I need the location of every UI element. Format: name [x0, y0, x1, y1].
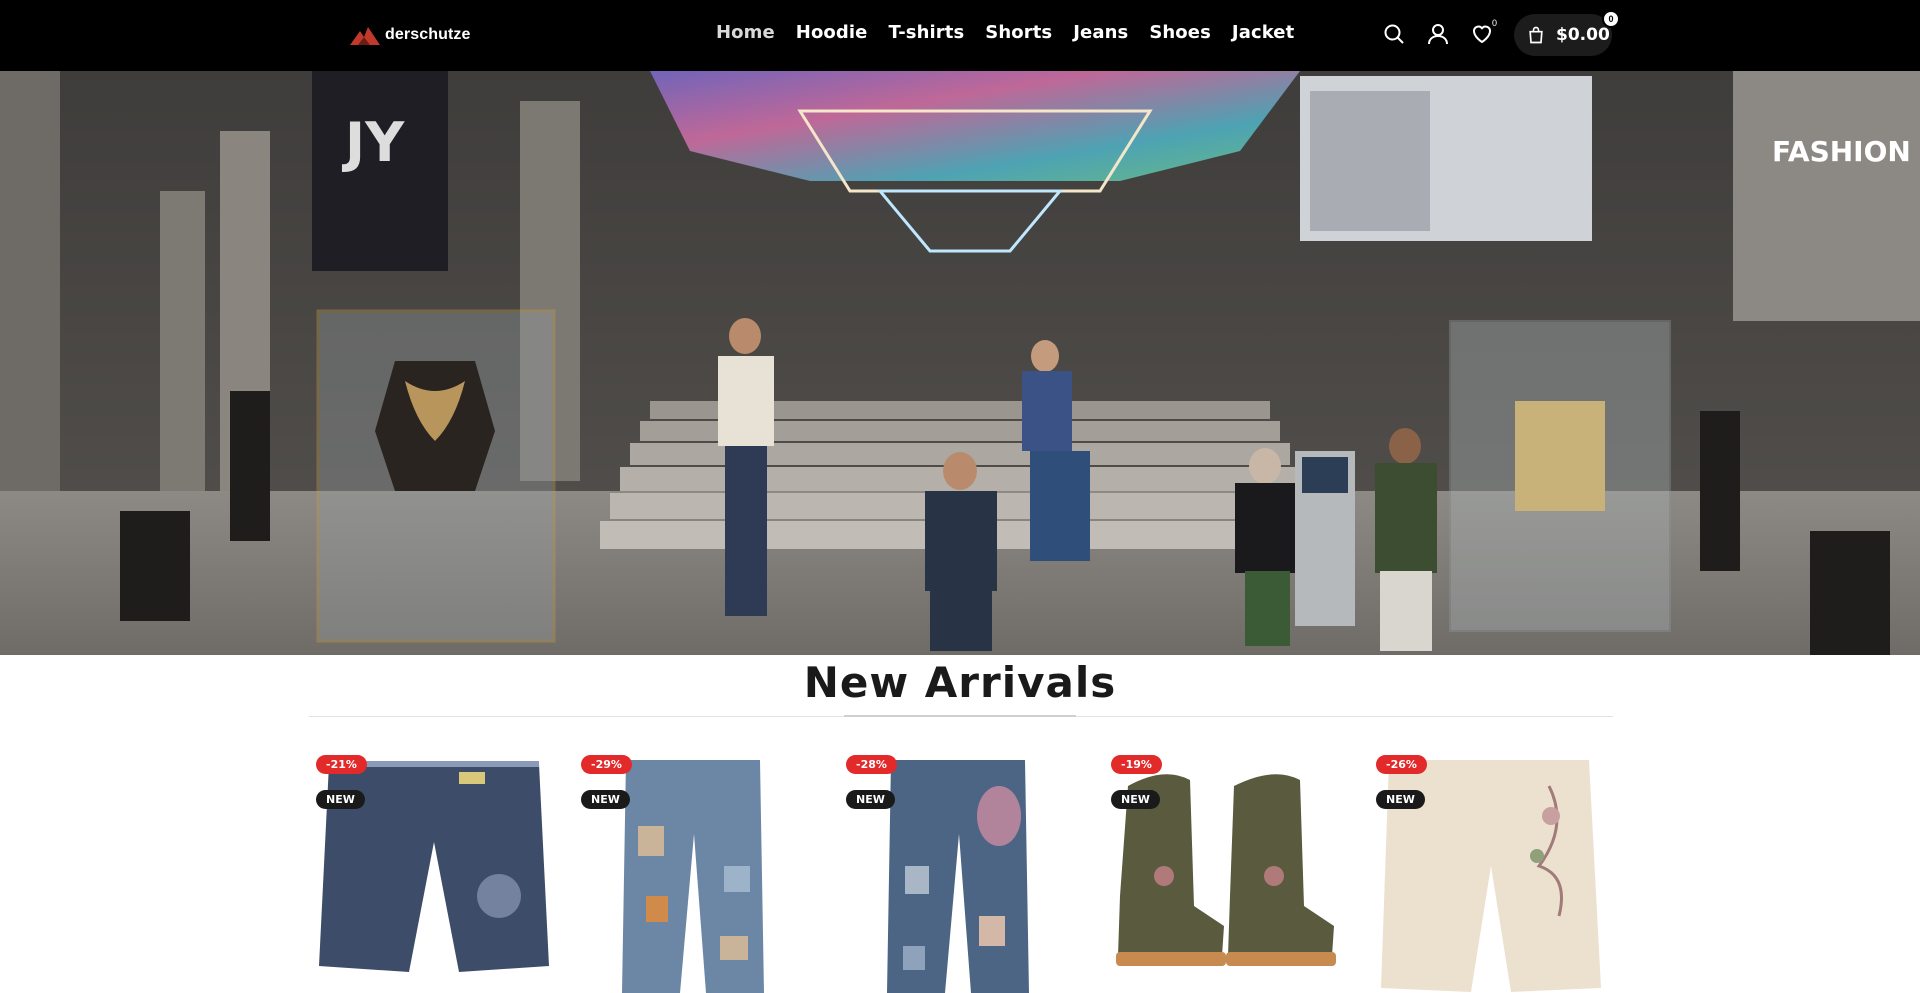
- nav-item-shorts[interactable]: Shorts: [985, 22, 1052, 43]
- discount-badge: -29%: [581, 755, 632, 774]
- discount-badge: -26%: [1376, 755, 1427, 774]
- product-card[interactable]: -21% NEW: [309, 746, 555, 993]
- logo-mark-icon: [350, 27, 380, 45]
- main-nav: Home Hoodie T-shirts Shorts Jeans Shoes …: [716, 22, 1294, 43]
- product-image-shorts: [319, 761, 549, 972]
- section-title: New Arrivals: [803, 658, 1117, 707]
- product-card[interactable]: -19% NEW: [1104, 746, 1350, 993]
- heart-icon[interactable]: 0: [1470, 18, 1497, 46]
- product-image-jeans: [622, 760, 764, 993]
- product-card[interactable]: -26% NEW: [1369, 746, 1615, 993]
- nav-item-tshirts[interactable]: T-shirts: [888, 22, 964, 43]
- cart-amount: $0.00: [1556, 25, 1610, 45]
- nav-item-home[interactable]: Home: [716, 22, 775, 43]
- hero-image: JY FASHION: [0, 71, 1920, 655]
- brand-name: derschutze: [385, 26, 471, 43]
- product-image-shorts: [1381, 760, 1601, 992]
- search-icon[interactable]: [1382, 22, 1406, 46]
- user-icon[interactable]: [1426, 22, 1450, 46]
- section-divider-accent: [844, 715, 1076, 717]
- nav-item-hoodie[interactable]: Hoodie: [796, 22, 868, 43]
- new-badge: NEW: [1376, 790, 1425, 809]
- cart-button[interactable]: $0.00 0: [1514, 10, 1620, 56]
- product-grid: -21% NEW -29% NEW -28% NEW -19% NEW -26%…: [309, 746, 1613, 993]
- product-card[interactable]: -28% NEW: [839, 746, 1085, 993]
- svg-text:JY: JY: [341, 111, 405, 174]
- header-icons: 0: [1382, 18, 1497, 46]
- cart-count-badge: 0: [1602, 10, 1620, 28]
- bag-icon: [1529, 26, 1543, 44]
- new-badge: NEW: [846, 790, 895, 809]
- product-image-jeans: [887, 760, 1029, 993]
- product-image-boots: [1116, 774, 1336, 966]
- brand-logo[interactable]: derschutze: [348, 20, 470, 50]
- hero-banner[interactable]: JY FASHION: [0, 71, 1920, 655]
- nav-item-jacket[interactable]: Jacket: [1232, 22, 1294, 43]
- wishlist-count: 0: [1492, 18, 1498, 28]
- site-header: derschutze Home Hoodie T-shirts Shorts J…: [0, 0, 1920, 71]
- discount-badge: -19%: [1111, 755, 1162, 774]
- discount-badge: -28%: [846, 755, 897, 774]
- discount-badge: -21%: [316, 755, 367, 774]
- nav-item-shoes[interactable]: Shoes: [1149, 22, 1211, 43]
- nav-item-jeans[interactable]: Jeans: [1073, 22, 1128, 43]
- product-card[interactable]: -29% NEW: [574, 746, 820, 993]
- hero-fashion-sign: FASHION: [1772, 135, 1911, 168]
- new-badge: NEW: [581, 790, 630, 809]
- new-badge: NEW: [1111, 790, 1160, 809]
- new-badge: NEW: [316, 790, 365, 809]
